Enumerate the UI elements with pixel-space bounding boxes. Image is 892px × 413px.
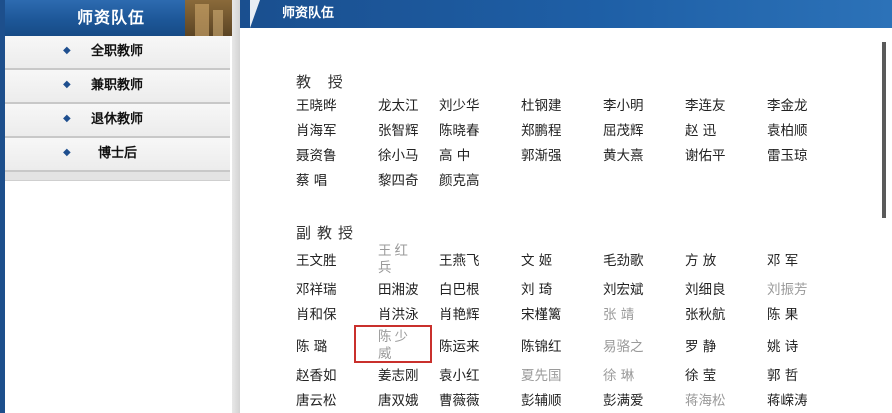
teacher-name-link[interactable]: 郭 哲 [767,367,847,385]
sidebar-divider [232,0,240,413]
teacher-name-link[interactable]: 王燕飞 [439,252,519,270]
section-title: 教 授 [296,73,349,91]
teacher-name-link[interactable]: 刘少华 [439,97,519,115]
teacher-name-link[interactable]: 袁柏顺 [767,122,847,140]
highlight-box [354,325,432,363]
teacher-name-link[interactable]: 邓 军 [767,252,847,270]
teacher-name-link[interactable]: 彭辅顺 [521,392,601,410]
scrollbar-thumb[interactable] [882,42,886,218]
teacher-name-link[interactable]: 郭渐强 [521,147,601,165]
teacher-name-link[interactable]: 王文胜 [296,252,376,270]
teacher-name-link[interactable]: 白巴根 [439,281,519,299]
teacher-name-link[interactable]: 方 放 [685,252,765,270]
title-mark-icon [250,0,260,28]
main-title-bar: 师资队伍 [240,0,892,28]
main-content: 教 授 王晓晔 龙太江 刘少华 杜钢建 李小明 李连友 李金龙 肖海军 张智辉 陈晓春 郑鹏程 屈茂辉… [240,28,892,413]
teacher-name-link[interactable]: 郑鹏程 [521,122,601,140]
teacher-name-link[interactable]: 蒋嵘涛 [767,392,847,410]
teacher-name-link[interactable]: 刘 琦 [521,281,601,299]
teacher-name-link[interactable]: 黄大熹 [603,147,683,165]
page-title: 师资队伍 [282,6,335,21]
teacher-name-link[interactable]: 蒋海松 [685,392,765,410]
sidebar-item-label: 博士后 [98,146,138,161]
teacher-name-link[interactable]: 陈晓春 [439,122,519,140]
teacher-name-link[interactable]: 王红兵 [378,243,412,277]
teacher-name-link[interactable]: 宋槿篱 [521,306,601,324]
section-title: 副教授 [296,224,360,242]
teacher-name-link[interactable]: 张秋航 [685,306,765,324]
teacher-name-link[interactable]: 袁小红 [439,367,519,385]
teacher-name-link[interactable]: 刘宏斌 [603,281,683,299]
teacher-name-link[interactable]: 赵香如 [296,367,376,385]
diamond-bullet-icon: ◆ [63,113,71,124]
teacher-name-link[interactable]: 徐 琳 [603,367,683,385]
diamond-bullet-icon: ◆ [63,147,71,158]
teacher-name-link[interactable]: 肖和保 [296,306,376,324]
teacher-name-link[interactable]: 徐 莹 [685,367,765,385]
teacher-name-link[interactable]: 肖海军 [296,122,376,140]
teacher-name-link[interactable]: 彭满爱 [603,392,683,410]
teacher-name-link[interactable]: 王晓晔 [296,97,376,115]
teacher-name-link[interactable]: 高 中 [439,147,519,165]
teacher-name-link[interactable]: 唐云松 [296,392,376,410]
teacher-name-link[interactable]: 肖艳辉 [439,306,519,324]
diamond-bullet-icon: ◆ [63,79,71,90]
teacher-name-link[interactable]: 李金龙 [767,97,847,115]
sidebar-item-retired[interactable]: ◆ 退休教师 [5,104,230,138]
teacher-name-link[interactable]: 夏先国 [521,367,601,385]
teacher-name-link[interactable]: 杜钢建 [521,97,601,115]
teacher-name-link[interactable]: 曹薇薇 [439,392,519,410]
diamond-bullet-icon: ◆ [63,45,71,56]
teacher-name-link[interactable]: 颜克高 [439,172,519,190]
teacher-name-link[interactable]: 邓祥瑞 [296,281,376,299]
sidebar-menu: ◆ 全职教师 ◆ 兼职教师 ◆ 退休教师 ◆ 博士后 [5,36,230,172]
teacher-name-link[interactable]: 毛劲歌 [603,252,683,270]
teacher-name-link[interactable]: 谢佑平 [685,147,765,165]
teacher-name-link[interactable]: 蔡 唱 [296,172,376,190]
sidebar-header: 师资队伍 [5,0,232,36]
teacher-name-link[interactable]: 文 姬 [521,252,601,270]
sidebar-item-label: 退休教师 [91,112,144,127]
sidebar-title: 师资队伍 [77,8,146,27]
teacher-name-link[interactable]: 刘振芳 [767,281,847,299]
sidebar-item-label: 全职教师 [91,44,144,59]
teacher-name-link[interactable]: 屈茂辉 [603,122,683,140]
sidebar-menu-footer [5,172,230,181]
teacher-name-link[interactable]: 陈运来 [439,338,519,356]
sidebar-item-label: 兼职教师 [91,78,144,93]
teacher-name-link[interactable]: 聂资鲁 [296,147,376,165]
teacher-name-link[interactable]: 姚 诗 [767,338,847,356]
teacher-name-link[interactable]: 陈锦红 [521,338,601,356]
teacher-name-link[interactable]: 罗 静 [685,338,765,356]
teacher-name-link[interactable]: 易骆之 [603,338,683,356]
sidebar-item-fulltime[interactable]: ◆ 全职教师 [5,36,230,70]
teacher-name-link[interactable]: 李连友 [685,97,765,115]
building-photo-icon [185,0,232,36]
teacher-name-link[interactable]: 张 靖 [603,306,683,324]
sidebar: 师资队伍 ◆ 全职教师 ◆ 兼职教师 ◆ 退休教师 ◆ 博士后 [0,0,240,413]
teacher-name-link[interactable]: 李小明 [603,97,683,115]
teacher-name-link[interactable]: 刘细良 [685,281,765,299]
teacher-name-link[interactable]: 雷玉琼 [767,147,847,165]
sidebar-item-postdoc[interactable]: ◆ 博士后 [5,138,230,172]
teacher-name-link[interactable]: 赵 迅 [685,122,765,140]
teacher-name-link[interactable]: 陈 果 [767,306,847,324]
sidebar-item-parttime[interactable]: ◆ 兼职教师 [5,70,230,104]
